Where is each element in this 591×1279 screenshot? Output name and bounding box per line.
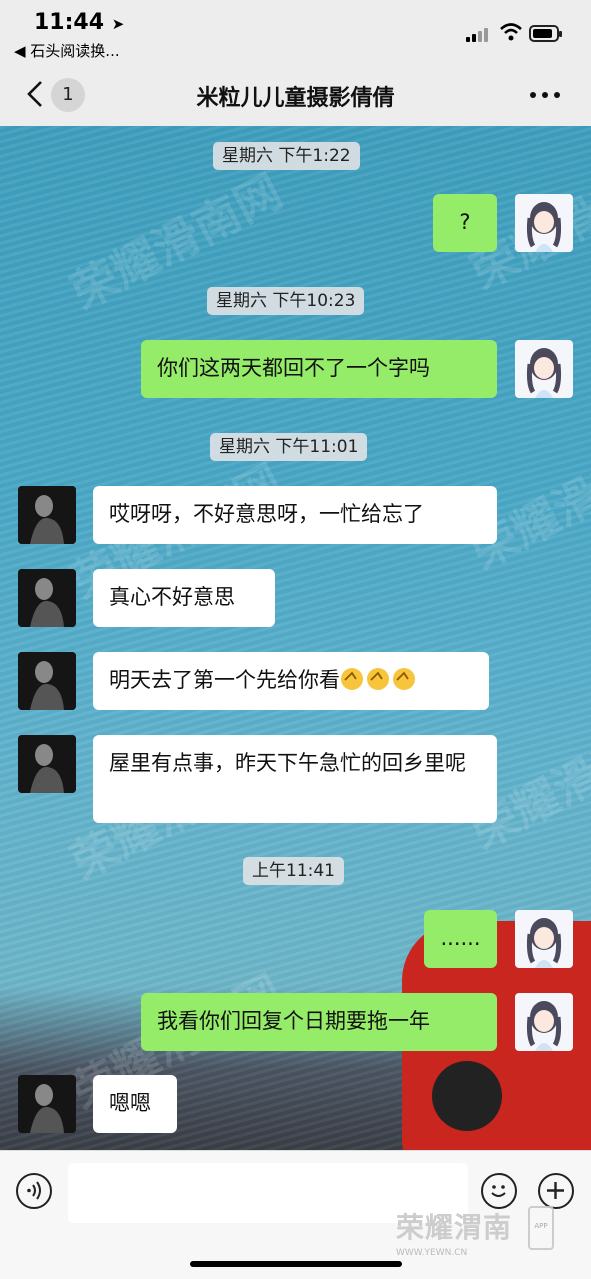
received-message[interactable]: 真心不好意思: [93, 569, 275, 627]
home-indicator[interactable]: [190, 1261, 402, 1267]
facepalm-emoji-icon: [340, 667, 416, 691]
status-bar: 11:44 ➤ ◀ 石头阅读换...: [0, 0, 591, 62]
contact-photo-icon: [18, 569, 76, 627]
chat-title: 米粒儿儿童摄影倩倩: [196, 86, 395, 111]
contact-photo-icon: [18, 486, 76, 544]
sent-message[interactable]: 我看你们回复个日期要拖一年: [141, 993, 497, 1051]
more-options-icon[interactable]: [528, 90, 562, 100]
wechat-chat-screen: 11:44 ➤ ◀ 石头阅读换... 1 米粒儿儿童摄影倩倩 荣耀滑南网 荣耀滑…: [0, 0, 591, 1279]
contact-avatar[interactable]: [18, 652, 76, 710]
received-message[interactable]: 嗯嗯: [93, 1075, 177, 1133]
message-list[interactable]: 荣耀滑南网 荣耀滑南网 荣耀滑南网 荣耀滑南网 荣耀滑南网 荣耀滑南网 荣耀滑南…: [0, 126, 591, 1150]
back-chevron-icon[interactable]: [24, 80, 46, 108]
timestamp: 星期六 下午11:01: [210, 433, 368, 461]
message-text: 明天去了第一个先给你看: [109, 668, 340, 692]
received-message[interactable]: 屋里有点事，昨天下午急忙的回乡里呢: [93, 735, 497, 823]
received-message[interactable]: 哎呀呀，不好意思呀，一忙给忘了: [93, 486, 497, 544]
sent-message[interactable]: ?: [433, 194, 497, 252]
contact-avatar[interactable]: [18, 735, 76, 793]
timestamp: 上午11:41: [243, 857, 344, 885]
sent-message[interactable]: 你们这两天都回不了一个字吗: [141, 340, 497, 398]
plus-icon: [547, 1182, 564, 1199]
wifi-icon: [500, 23, 522, 41]
my-avatar[interactable]: [515, 194, 573, 252]
brand-app-tag: APP: [528, 1206, 554, 1250]
voice-icon: [27, 1181, 41, 1200]
chat-header: 1 米粒儿儿童摄影倩倩: [0, 62, 591, 126]
received-message[interactable]: 明天去了第一个先给你看: [93, 652, 489, 710]
my-avatar[interactable]: [515, 340, 573, 398]
smiley-icon: [491, 1185, 506, 1197]
background-wheel-shape: [432, 1061, 502, 1131]
my-avatar[interactable]: [515, 993, 573, 1051]
brand-watermark-logo: 荣耀渭南 WWW.YEWN.CN APP: [396, 1206, 556, 1258]
contact-photo-icon: [18, 1075, 76, 1133]
more-functions-button[interactable]: [538, 1173, 574, 1209]
unread-count-badge[interactable]: 1: [51, 78, 85, 112]
girl-avatar-icon: [526, 348, 562, 398]
timestamp: 星期六 下午10:23: [207, 287, 365, 315]
emoji-button[interactable]: [481, 1173, 517, 1209]
sent-message[interactable]: ......: [424, 910, 497, 968]
status-time: 11:44 ➤: [34, 10, 125, 35]
contact-photo-icon: [18, 735, 76, 793]
contact-avatar[interactable]: [18, 486, 76, 544]
girl-avatar-icon: [526, 918, 562, 968]
contact-avatar[interactable]: [18, 1075, 76, 1133]
battery-icon: [529, 25, 562, 42]
back-to-app-link[interactable]: ◀ 石头阅读换...: [14, 40, 120, 61]
contact-avatar[interactable]: [18, 569, 76, 627]
girl-avatar-icon: [526, 1001, 562, 1051]
timestamp: 星期六 下午1:22: [213, 142, 360, 170]
contact-photo-icon: [18, 652, 76, 710]
girl-avatar-icon: [526, 202, 562, 252]
signal-icon: [466, 26, 492, 42]
voice-input-button[interactable]: [16, 1173, 52, 1209]
my-avatar[interactable]: [515, 910, 573, 968]
